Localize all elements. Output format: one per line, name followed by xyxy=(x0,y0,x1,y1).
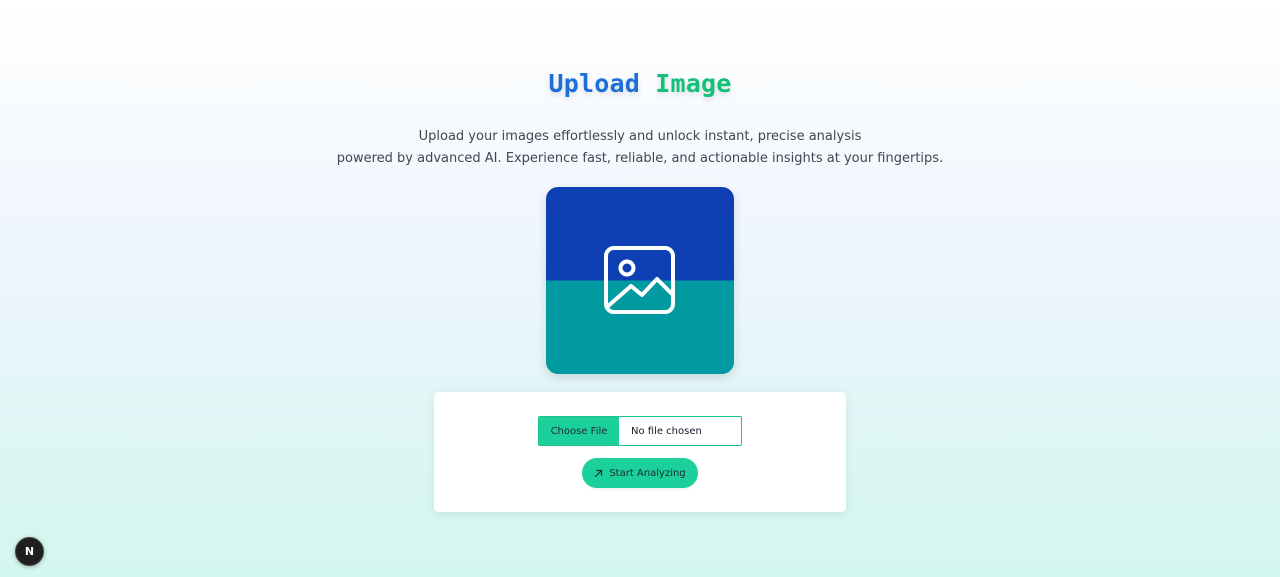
choose-file-button[interactable]: Choose File xyxy=(539,417,619,445)
dev-tools-badge[interactable]: N xyxy=(15,537,44,566)
arrow-up-right-icon xyxy=(595,469,603,477)
page-subtitle: Upload your images effortlessly and unlo… xyxy=(0,126,1280,170)
page-title-word-image: Image xyxy=(655,69,732,98)
start-analyzing-label: Start Analyzing xyxy=(609,467,686,479)
dev-tools-badge-label: N xyxy=(24,545,35,558)
image-preview-tile xyxy=(546,187,734,374)
file-input[interactable]: Choose File No file chosen xyxy=(538,416,742,446)
file-status-text: No file chosen xyxy=(631,425,702,437)
upload-card: Choose File No file chosen Start Analyzi… xyxy=(434,392,846,512)
image-icon xyxy=(604,246,675,314)
subtitle-line-2: powered by advanced AI. Experience fast,… xyxy=(336,151,944,166)
page-title: Upload Image xyxy=(0,66,1280,102)
start-analyzing-button[interactable]: Start Analyzing xyxy=(582,458,698,488)
page-title-word-upload: Upload xyxy=(548,69,640,98)
subtitle-line-1: Upload your images effortlessly and unlo… xyxy=(418,129,862,144)
